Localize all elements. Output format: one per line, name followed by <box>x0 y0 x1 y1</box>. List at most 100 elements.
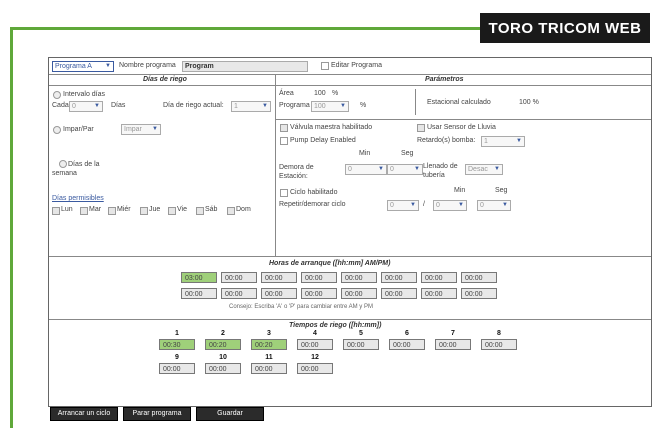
program-select[interactable]: Programa A <box>52 61 114 72</box>
time-cell[interactable]: 00:00 <box>261 272 297 283</box>
imparpar-select[interactable]: Impar <box>121 124 161 135</box>
dias-label: Días <box>111 102 126 109</box>
repetir-a-select[interactable]: 0 <box>387 200 419 211</box>
day-checkbox-jue[interactable] <box>140 207 148 215</box>
cada-select[interactable]: 0 <box>69 101 103 112</box>
demora-min-label: Min <box>359 150 371 157</box>
programa-label: Programa <box>279 102 310 109</box>
time-cell[interactable]: 00:00 <box>261 288 297 299</box>
estacional-divider <box>415 89 416 115</box>
green-frame-left <box>10 27 13 428</box>
imparpar-label: Impar/Par <box>63 126 94 133</box>
intervalo-label: Intervalo días <box>63 91 106 98</box>
day-label-sab: Sáb <box>205 206 218 213</box>
time-slot-number: 10 <box>219 354 227 361</box>
intervalo-radio[interactable] <box>53 91 61 99</box>
ciclo-label: Ciclo habilitado <box>290 189 338 196</box>
guardar-button[interactable]: Guardar <box>196 407 264 421</box>
time-slot-number: 8 <box>497 330 501 337</box>
day-checkbox-sab[interactable] <box>196 207 204 215</box>
llenado-select[interactable]: Desac <box>465 164 503 175</box>
pump-label: Pump Delay Enabled <box>290 137 356 144</box>
time-slot-number: 1 <box>175 330 179 337</box>
day-checkbox-vie[interactable] <box>168 207 176 215</box>
time-slot-number: 7 <box>451 330 455 337</box>
parar-programa-button[interactable]: Parar programa <box>123 407 191 421</box>
time-cell[interactable]: 00:00 <box>251 363 287 374</box>
repetir-seg-select[interactable]: 0 <box>477 200 511 211</box>
repetir-sep: / <box>423 201 425 208</box>
time-cell[interactable]: 00:00 <box>181 288 217 299</box>
estacional-value: 100 % <box>519 99 539 106</box>
arrancar-ciclo-button[interactable]: Arrancar un ciclo <box>50 407 118 421</box>
valvula-checkbox[interactable] <box>280 124 288 132</box>
time-cell[interactable]: 00:00 <box>301 288 337 299</box>
time-cell[interactable]: 00:30 <box>159 339 195 350</box>
day-label-jue: Jue <box>149 206 161 213</box>
program-name-input[interactable]: Program <box>182 61 308 72</box>
day-checkbox-mier[interactable] <box>108 207 116 215</box>
time-cell[interactable]: 00:00 <box>421 272 457 283</box>
ciclo-checkbox[interactable] <box>280 189 288 197</box>
time-cell[interactable]: 00:00 <box>389 339 425 350</box>
time-slot-number: 5 <box>359 330 363 337</box>
repetir-seg-value: 0 <box>480 202 484 209</box>
ciclo-min-label: Min <box>454 187 466 194</box>
day-checkbox-mar[interactable] <box>80 207 88 215</box>
program-panel: Programa A Nombre programa Program .pane… <box>48 57 652 407</box>
time-cell[interactable]: 00:00 <box>343 339 379 350</box>
llenado-label: Llenado de tubería <box>423 163 458 179</box>
dia-actual-label: Día de riego actual: <box>163 102 224 109</box>
time-slot-number: 9 <box>175 354 179 361</box>
programa-select[interactable]: 100 <box>311 101 349 112</box>
time-cell[interactable]: 00:00 <box>301 272 337 283</box>
time-cell[interactable]: 00:00 <box>421 288 457 299</box>
green-frame-top <box>10 27 480 30</box>
params-divider-1 <box>276 119 651 120</box>
demora-seg-label: Seg <box>401 150 414 157</box>
sensor-checkbox[interactable] <box>417 124 425 132</box>
demora-seg-value: 0 <box>390 166 394 173</box>
repetir-min-value: 0 <box>436 202 440 209</box>
day-checkbox-lun[interactable] <box>52 207 60 215</box>
pump-checkbox[interactable] <box>280 137 288 145</box>
repetir-min-select[interactable]: 0 <box>433 200 467 211</box>
edit-program-label: Editar Programa <box>331 62 382 69</box>
imparpar-value: Impar <box>124 126 142 133</box>
permisibles-label: Días permisibles <box>52 195 104 202</box>
day-checkbox-dom[interactable] <box>227 207 235 215</box>
repetir-a-value: 0 <box>390 202 394 209</box>
edit-program-checkbox[interactable] <box>321 62 329 70</box>
divider-tiempos <box>49 319 651 320</box>
riego-title: Días de riego <box>143 76 187 83</box>
time-cell[interactable]: 00:00 <box>461 272 497 283</box>
programa-value: 100 <box>314 103 326 110</box>
params-title: Parámetros <box>425 76 464 83</box>
time-cell[interactable]: 00:00 <box>461 288 497 299</box>
time-cell[interactable]: 00:00 <box>297 363 333 374</box>
time-cell[interactable]: 00:00 <box>221 288 257 299</box>
time-cell[interactable]: 00:00 <box>435 339 471 350</box>
time-cell[interactable]: 03:00 <box>181 272 217 283</box>
time-cell[interactable]: 00:00 <box>481 339 517 350</box>
imparpar-radio[interactable] <box>53 126 61 134</box>
dias-semana-label: Días de la semana <box>52 161 100 177</box>
time-slot-number: 4 <box>313 330 317 337</box>
retardo-select[interactable]: 1 <box>481 136 525 147</box>
time-cell[interactable]: 00:00 <box>221 272 257 283</box>
llenado-value: Desac <box>468 166 488 173</box>
demora-seg-select[interactable]: 0 <box>387 164 423 175</box>
program-name-value: Program <box>185 63 214 70</box>
dia-actual-select[interactable]: 1 <box>231 101 271 112</box>
demora-min-select[interactable]: 0 <box>345 164 387 175</box>
time-cell[interactable]: 00:20 <box>251 339 287 350</box>
time-cell[interactable]: 00:00 <box>159 363 195 374</box>
time-cell[interactable]: 00:00 <box>341 288 377 299</box>
time-cell[interactable]: 00:00 <box>381 288 417 299</box>
time-cell[interactable]: 00:00 <box>297 339 333 350</box>
time-cell[interactable]: 00:00 <box>341 272 377 283</box>
time-cell[interactable]: 00:20 <box>205 339 241 350</box>
time-cell[interactable]: 00:00 <box>205 363 241 374</box>
time-cell[interactable]: 00:00 <box>381 272 417 283</box>
area-unit: % <box>332 90 339 97</box>
